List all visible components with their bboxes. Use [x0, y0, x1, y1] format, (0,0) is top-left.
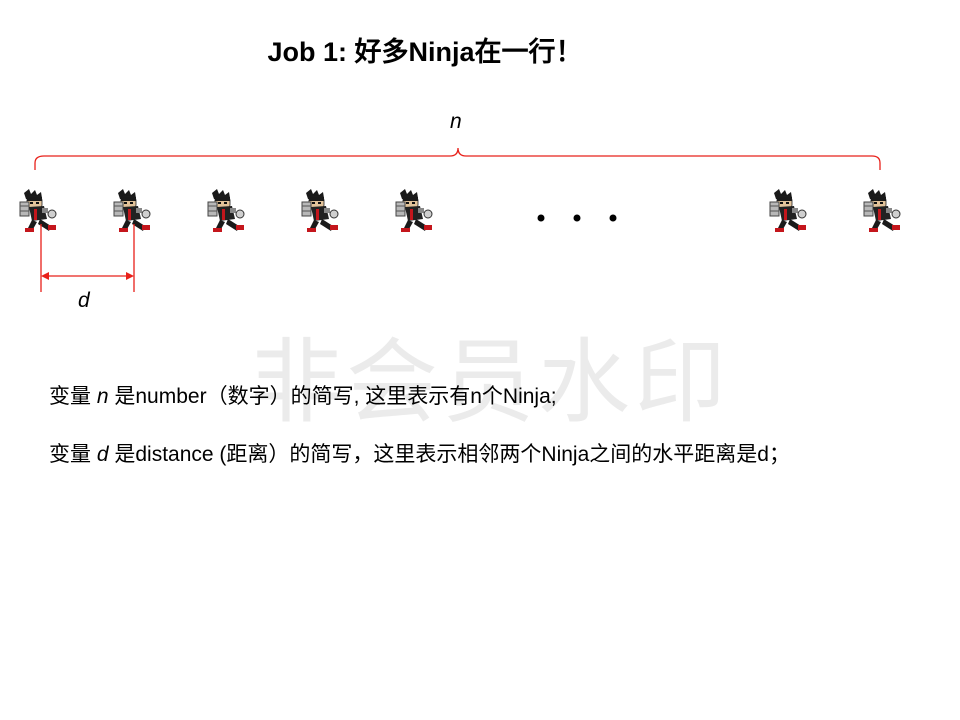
line-prefix: 变量	[49, 385, 97, 408]
ellipsis-dot	[537, 214, 545, 222]
text-line-n: 变量 n 是number（数字）的简写, 这里表示有n个Ninja;	[49, 380, 557, 410]
ellipsis-dot	[609, 214, 617, 222]
ninja-sprite-icon	[769, 188, 807, 233]
ninja-sprite-icon	[863, 188, 901, 233]
ninja-sprite-icon	[395, 188, 433, 233]
ninja-sprite-icon	[301, 188, 339, 233]
ninja-sprite-icon	[207, 188, 245, 233]
d-dimension	[40, 224, 135, 292]
line-variable: d	[96, 443, 109, 466]
ninja-sprite-icon	[19, 188, 57, 233]
line-variable: n	[96, 385, 109, 408]
ninja-row-diagram	[19, 147, 901, 292]
line-prefix: 变量	[49, 443, 97, 466]
text-line-d: 变量 d 是distance (距离）的简写，这里表示相邻两个Ninja之间的水…	[49, 438, 790, 468]
n-brace	[34, 147, 881, 170]
ellipsis-dot	[573, 214, 581, 222]
line-text: 是number（数字）的简写, 这里表示有n个Ninja;	[108, 385, 557, 408]
line-text: 是distance (距离）的简写，这里表示相邻两个Ninja之间的水平距离是d…	[108, 443, 790, 466]
ninja-sprite-icon	[113, 188, 151, 233]
